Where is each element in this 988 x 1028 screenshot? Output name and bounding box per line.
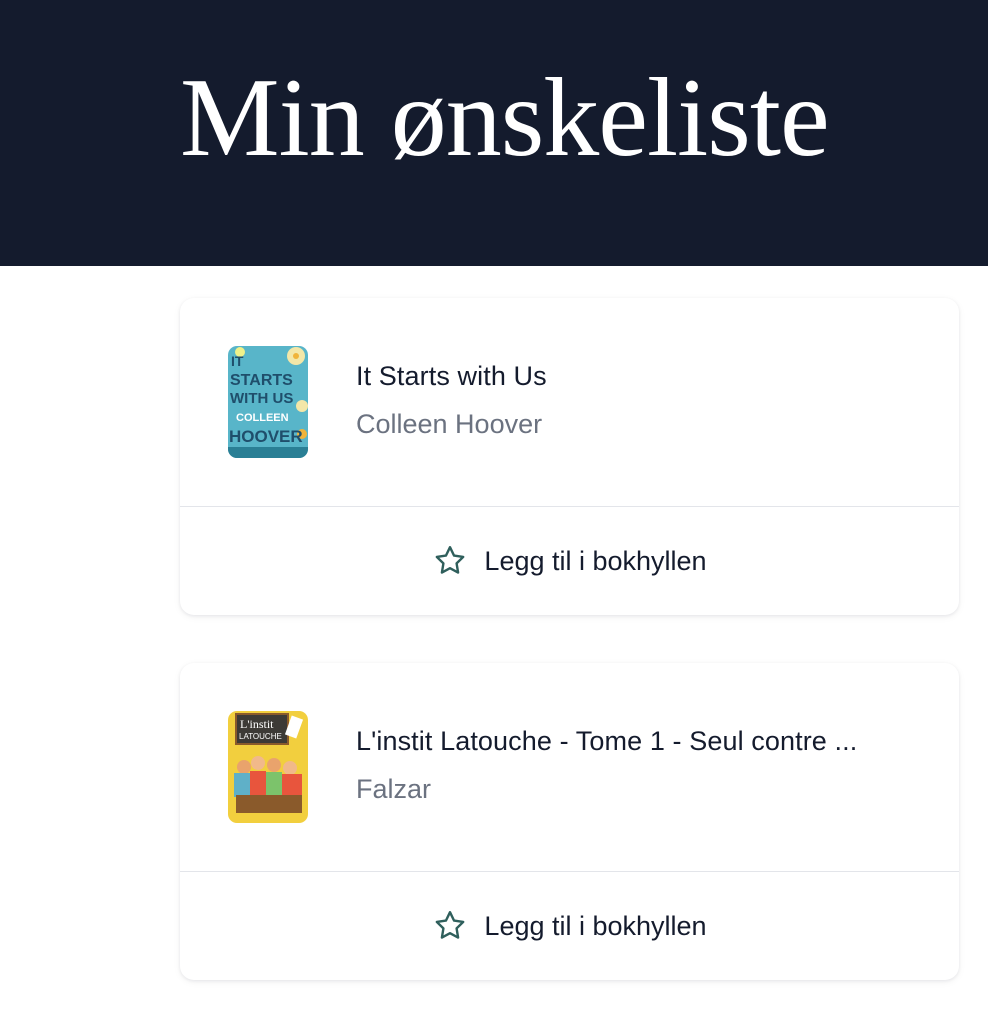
book-author: Colleen Hoover: [356, 409, 543, 439]
add-to-bookshelf-label: Legg til i bokhyllen: [484, 545, 707, 576]
star-outline-icon: [432, 908, 468, 944]
cover-text-5: HOOVER: [229, 427, 303, 446]
cover-text-4: COLLEEN: [236, 412, 289, 424]
book-card: L'instit LATOUCHE L'instit Latouche - To…: [180, 663, 959, 980]
page-header: Min ønskeliste: [0, 0, 988, 266]
book-card-body[interactable]: L'instit LATOUCHE L'instit Latouche - To…: [180, 663, 959, 872]
add-to-bookshelf-button[interactable]: Legg til i bokhyllen: [180, 507, 959, 615]
add-to-bookshelf-label: Legg til i bokhyllen: [484, 910, 707, 941]
book-cover-image[interactable]: L'instit LATOUCHE: [228, 711, 308, 823]
cover-text-1: IT: [231, 353, 244, 369]
cover-text-2: LATOUCHE: [239, 732, 282, 741]
cover-text-3: WITH US: [230, 390, 293, 407]
book-card: IT STARTS WITH US COLLEEN HOOVER It Star…: [180, 298, 959, 615]
book-card-body[interactable]: IT STARTS WITH US COLLEEN HOOVER It Star…: [180, 298, 959, 507]
book-cover-image[interactable]: IT STARTS WITH US COLLEEN HOOVER: [228, 346, 308, 458]
book-author: Falzar: [356, 774, 432, 804]
page-title: Min ønskeliste: [180, 56, 830, 180]
wishlist: IT STARTS WITH US COLLEEN HOOVER It Star…: [180, 298, 959, 1028]
cover-text-2: STARTS: [230, 372, 293, 389]
star-outline-icon: [432, 543, 468, 579]
book-title[interactable]: L'instit Latouche - Tome 1 - Seul contre…: [356, 726, 857, 757]
add-to-bookshelf-button[interactable]: Legg til i bokhyllen: [180, 872, 959, 980]
book-title[interactable]: It Starts with Us: [356, 361, 547, 392]
cover-text-1: L'instit: [240, 717, 274, 731]
